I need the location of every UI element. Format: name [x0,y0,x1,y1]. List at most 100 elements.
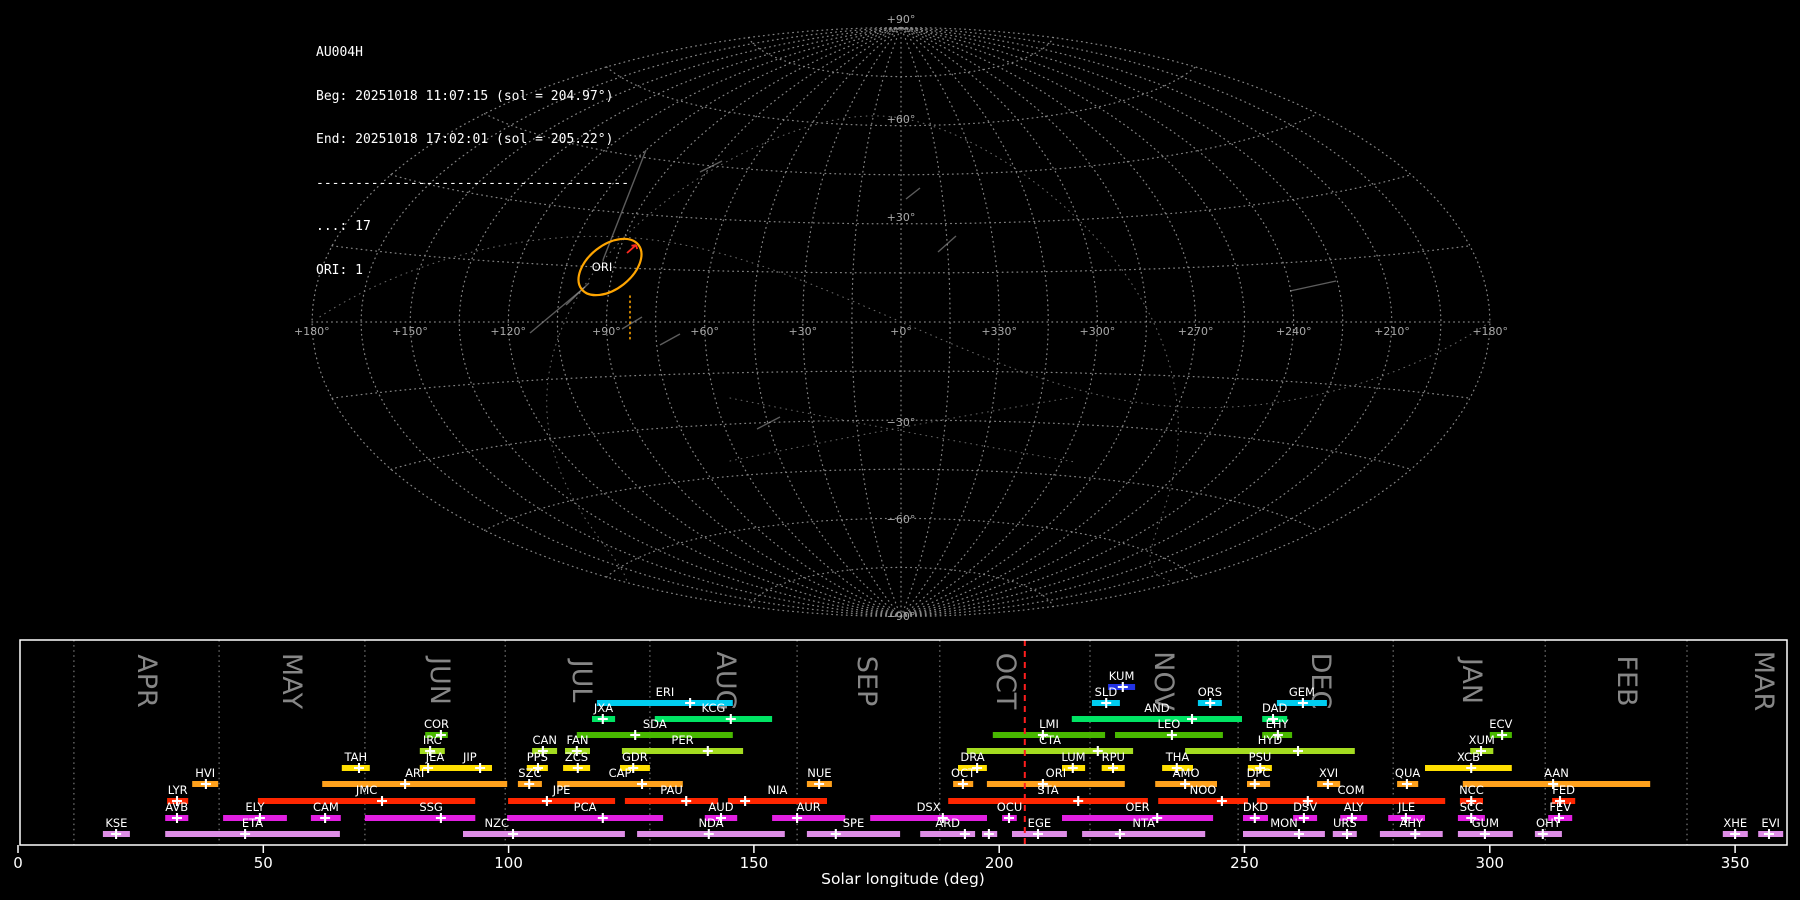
ra-axis-label: +270° [1178,325,1214,338]
axis-tick-label: 50 [254,854,273,872]
shower-label: ORS [1198,685,1222,699]
shower-label: SSG [419,800,443,814]
dec-axis-label: +30° [887,211,916,224]
shower-label: KCG [701,701,725,715]
meteor-streak [1289,280,1337,292]
month-label: FEB [1611,655,1642,706]
dec-axis-label: −60° [887,513,916,526]
month-label: MAR [1748,651,1779,712]
shower-label: DAD [1262,701,1288,715]
shower-bar [1243,831,1325,837]
shower-label: THA [1165,750,1190,764]
separator-line: ---------------------------------------- [316,175,630,191]
shower-label: JEA [425,750,445,764]
shower-label: SPE [843,816,865,830]
shower-label: RPU [1102,750,1125,764]
shower-label: NCC [1459,783,1484,797]
shower-label: JPE [552,783,571,797]
shower-label: KSE [105,816,127,830]
shower-label: DKD [1243,800,1268,814]
ra-axis-label: +0° [890,325,912,338]
axis-tick-label: 0 [13,854,23,872]
shower-label: SCC [1460,800,1483,814]
ra-axis-label: +300° [1080,325,1116,338]
shower-bar [576,732,733,738]
shower-label: ELY [245,800,265,814]
galactic-line [900,117,1179,584]
shower-label: PSU [1249,750,1272,764]
shower-label: AND [1144,701,1169,715]
shower-bar [806,831,901,837]
axis-tick-label: 150 [740,854,769,872]
axis-title: Solar longitude (deg) [821,870,985,888]
shower-label: DSV [1293,800,1317,814]
shower-label: AUR [796,800,820,814]
shower-label: OER [1125,800,1149,814]
shower-label: ORI [1046,766,1066,780]
meteor-streak [659,333,681,346]
shower-label: KUM [1109,669,1135,683]
map-extra-curve [729,397,1076,463]
shower-label: CAN [532,733,557,747]
ra-axis-label: +180° [294,325,330,338]
meteor-station-screen: +180° +150° +120° +90° +60° +30° +0° +330° +300°… [0,0,1800,900]
ra-axis-label: +330° [981,325,1017,338]
shower-label: AUD [708,800,733,814]
plot-canvas: +180° +150° +120° +90° +60° +30° +0° +330° +300°… [13,13,1788,888]
shower-label: AHY [1400,816,1425,830]
shower-label: URS [1333,816,1357,830]
shower-label: QUA [1395,766,1420,780]
shower-label: LYR [168,783,188,797]
shower-label: SLD [1095,685,1118,699]
shower-label: JLE [1397,800,1415,814]
shower-label: PAU [660,783,682,797]
shower-label: XUM [1469,733,1495,747]
dec-axis-label: −30° [887,416,916,429]
shower-label: EVI [1761,816,1780,830]
shower-label: HYD [1258,733,1283,747]
shower-label: SZC [518,766,541,780]
shower-label: GUM [1472,816,1499,830]
observation-begin: Beg: 20251018 11:07:15 (sol = 204.97°) [316,88,614,104]
shower-label: XHE [1723,816,1747,830]
shower-label: MON [1270,816,1298,830]
station-id: AU004H [316,45,363,60]
shower-label: JIP [462,750,477,764]
ra-axis-label: +210° [1374,325,1410,338]
shower-bar [447,765,492,771]
shower-label: LMI [1039,717,1059,731]
ra-axis-label: +180° [1472,325,1508,338]
shower-label: JXA [593,701,613,715]
shower-label: AAN [1544,766,1569,780]
axis-tick-label: 300 [1475,854,1504,872]
shower-bar [772,815,846,821]
shower-label: COM [1337,783,1364,797]
shower-label: PPS [527,750,548,764]
ra-axis-label: +90° [592,325,621,338]
sporadic-count: ...: 17 [316,219,371,234]
shower-label: ARD [935,816,960,830]
dec-axis-label: −90° [887,610,916,623]
shower-label: ECV [1489,717,1512,731]
map-grid-meridian [900,26,1344,618]
shower-bar [654,716,773,722]
shower-label: OHY [1536,816,1562,830]
shower-bar [870,815,987,821]
shower-label: COR [424,717,449,731]
meteor-streak [621,316,643,330]
shower-label: FEV [1549,800,1571,814]
shower-label: DRA [960,750,984,764]
shower-label: NUE [807,766,831,780]
shower-bar [507,815,664,821]
shower-label: DSX [917,800,941,814]
shower-label: EHY [1266,717,1290,731]
month-label: JUN [424,655,455,705]
ra-axis-label: +120° [490,325,526,338]
meteor-streak [937,235,957,253]
shower-label: HVI [195,766,215,780]
axis-tick-label: 350 [1721,854,1750,872]
shower-bar [1082,831,1206,837]
shower-label: AMO [1173,766,1200,780]
shower-label: PER [671,733,693,747]
shower-label: CAM [313,800,339,814]
